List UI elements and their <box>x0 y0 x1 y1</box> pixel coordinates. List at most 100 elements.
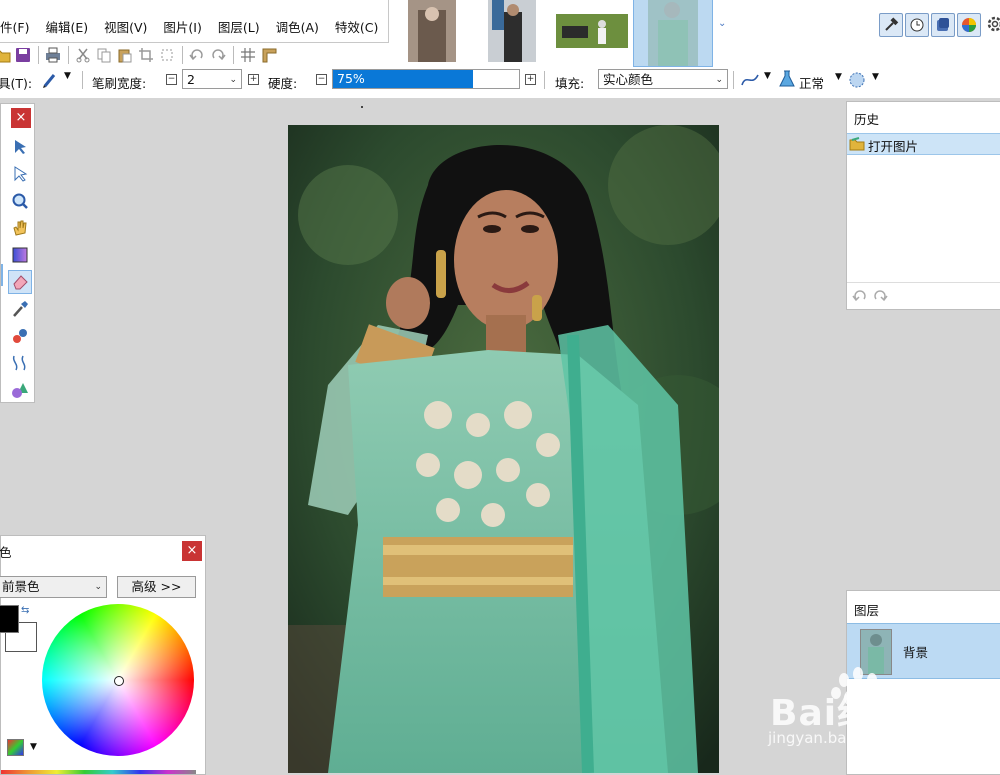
color-palette-strip[interactable] <box>1 770 196 774</box>
image-canvas[interactable] <box>288 125 719 773</box>
brush-width-combo[interactable]: 2 ⌄ <box>182 69 242 89</box>
colors-window-toggle[interactable] <box>957 13 981 37</box>
history-undo-icon[interactable] <box>851 288 869 305</box>
color-picker-icon[interactable] <box>9 298 31 320</box>
advanced-colors-button[interactable]: 高级 >> <box>117 576 196 598</box>
thumbnail-image <box>488 0 536 62</box>
print-icon[interactable] <box>43 45 63 65</box>
menu-view[interactable]: 视图(V) <box>96 14 155 42</box>
colors-panel: 色 × 前景色 ⌄ 高级 >> ⇆ ▼ <box>0 535 206 775</box>
canvas-center-mark <box>361 106 363 108</box>
image-thumbnail-active[interactable] <box>633 0 713 67</box>
palette-icon[interactable] <box>7 739 24 756</box>
image-thumbnail-2[interactable] <box>488 0 536 62</box>
undo-icon[interactable] <box>187 45 207 65</box>
blend-mode-dropdown-icon[interactable]: ▼ <box>835 72 842 82</box>
colors-panel-title: 色 <box>0 545 12 560</box>
tools-panel-close-button[interactable]: × <box>11 108 31 128</box>
image-thumbnail-3[interactable] <box>556 0 628 62</box>
gradient-icon[interactable] <box>9 244 31 266</box>
primary-color-swatch[interactable] <box>0 605 19 633</box>
toolbar-separator <box>182 46 183 64</box>
history-footer-divider <box>847 282 1000 283</box>
selection-mode-icon[interactable] <box>848 71 866 92</box>
open-folder-icon[interactable] <box>0 45 12 65</box>
settings-gear-icon[interactable] <box>987 15 1000 36</box>
fill-mode-select[interactable]: 实心颜色 ⌄ <box>598 69 728 89</box>
eraser-icon[interactable] <box>8 270 32 294</box>
options-separator <box>544 71 545 89</box>
hardness-label: 硬度: <box>268 76 298 91</box>
thumbnail-image <box>408 0 456 62</box>
history-window-toggle[interactable] <box>905 13 929 37</box>
window-title-remnant: · <box>0 0 200 10</box>
recolor-icon[interactable] <box>9 325 31 347</box>
options-separator <box>82 71 83 89</box>
hardness-slider[interactable]: 75% <box>332 69 520 89</box>
ruler-icon[interactable] <box>259 45 279 65</box>
hardness-value: 75% <box>337 71 365 86</box>
chevron-down-icon: ⌄ <box>715 75 723 85</box>
shapes-icon[interactable] <box>9 379 31 401</box>
hardness-increase-button[interactable]: + <box>525 74 536 85</box>
colors-panel-close-button[interactable]: × <box>182 541 202 561</box>
move-selection-icon[interactable] <box>9 163 31 185</box>
menu-image[interactable]: 图片(I) <box>155 14 209 42</box>
grid-icon[interactable] <box>238 45 258 65</box>
menu-file[interactable]: 件(F) <box>0 14 37 42</box>
deselect-icon[interactable] <box>157 45 177 65</box>
color-target-select[interactable]: 前景色 ⌄ <box>0 576 107 598</box>
brush-width-value: 2 <box>187 72 195 87</box>
crop-icon[interactable] <box>136 45 156 65</box>
history-redo-icon[interactable] <box>871 288 889 305</box>
copy-icon[interactable] <box>94 45 114 65</box>
redo-icon[interactable] <box>208 45 228 65</box>
thumbnail-image <box>556 0 628 62</box>
watermark-url: jingyan.baidu.com <box>768 729 907 747</box>
open-image-icon <box>849 137 865 154</box>
tools-window-toggle[interactable] <box>879 13 903 37</box>
image-thumbnail-1[interactable] <box>408 0 456 62</box>
antialiasing-icon[interactable] <box>740 71 760 92</box>
menu-divider <box>0 42 388 43</box>
tool-dropdown-icon[interactable]: ▼ <box>64 71 71 81</box>
palette-dropdown-icon[interactable]: ▼ <box>30 742 37 752</box>
menu-bar: 件(F) 编辑(E) 视图(V) 图片(I) 图层(L) 调色(A) 特效(C) <box>0 14 386 42</box>
paste-icon[interactable] <box>115 45 135 65</box>
save-icon[interactable] <box>13 45 33 65</box>
fill-label: 填充: <box>555 76 585 91</box>
pan-hand-icon[interactable] <box>9 217 31 239</box>
swap-colors-icon[interactable]: ⇆ <box>21 605 29 616</box>
layers-panel-title: 图层 <box>854 603 880 618</box>
chevron-down-icon: ⌄ <box>229 75 237 85</box>
brush-width-label: 笔刷宽度: <box>92 76 147 91</box>
history-item[interactable]: 打开图片 <box>847 133 1000 155</box>
selection-mode-dropdown-icon[interactable]: ▼ <box>872 72 879 82</box>
history-panel-title: 历史 <box>854 112 880 127</box>
layers-window-toggle[interactable] <box>931 13 955 37</box>
color-wheel-marker[interactable] <box>114 676 124 686</box>
zoom-icon[interactable] <box>9 190 31 212</box>
brush-width-decrease-button[interactable]: − <box>166 74 177 85</box>
color-target-value: 前景色 <box>2 579 40 594</box>
menu-edit[interactable]: 编辑(E) <box>37 14 96 42</box>
blend-mode-flask-icon[interactable] <box>778 70 796 91</box>
tool-label: 具(T): <box>0 76 33 91</box>
layers-icon <box>937 18 949 31</box>
paintbrush-icon[interactable] <box>41 71 59 92</box>
tool-options-bar: 具(T): ▼ 笔刷宽度: − 2 ⌄ + 硬度: − 75% + 填充: 实心… <box>0 68 1000 93</box>
menu-effects[interactable]: 特效(C) <box>327 14 386 42</box>
thumbnail-list-dropdown[interactable]: ⌄ <box>718 18 726 29</box>
cut-icon[interactable] <box>73 45 93 65</box>
move-selected-icon[interactable] <box>9 136 31 158</box>
menu-adjustments[interactable]: 调色(A) <box>268 14 327 42</box>
hardness-decrease-button[interactable]: − <box>316 74 327 85</box>
toolbar-separator <box>68 46 69 64</box>
blend-mode-value[interactable]: 正常 <box>799 73 824 92</box>
line-curve-icon[interactable] <box>9 352 31 374</box>
fill-mode-value: 实心颜色 <box>603 72 654 87</box>
menu-layers[interactable]: 图层(L) <box>210 14 268 42</box>
history-item-label: 打开图片 <box>868 139 919 154</box>
brush-width-increase-button[interactable]: + <box>248 74 259 85</box>
antialiasing-dropdown-icon[interactable]: ▼ <box>764 71 771 81</box>
